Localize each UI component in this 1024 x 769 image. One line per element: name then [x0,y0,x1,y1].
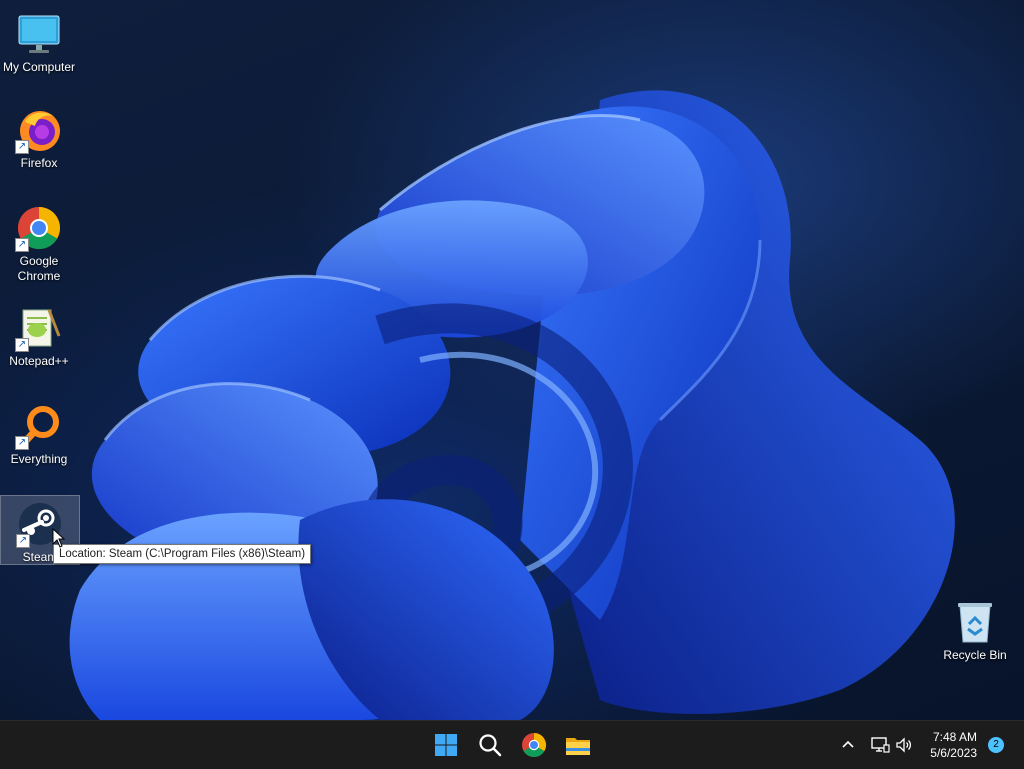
windows-start-icon [435,734,457,756]
computer-icon [15,10,63,58]
shortcut-arrow-icon: ↗ [15,436,29,450]
file-explorer-button[interactable] [562,729,594,761]
search-icon [479,734,502,757]
clock-time: 7:48 AM [932,730,977,744]
network-icon [871,737,890,753]
steam-location-tooltip: Location: Steam (C:\Program Files (x86)\… [53,544,312,564]
chrome-icon [522,733,547,758]
taskbar: 7:48 AM 5/6/2023 2 [0,720,1024,769]
desktop-icon-label: Everything [10,452,68,466]
desktop[interactable]: My Computer ↗ Firefox ↗ Google Chrome ↗ … [0,0,1024,720]
volume-button[interactable] [894,735,914,755]
desktop-icon-my-computer[interactable]: My Computer [0,6,78,75]
show-hidden-icons-button[interactable] [838,735,858,755]
desktop-icon-label: Google Chrome [17,254,61,283]
desktop-icon-everything[interactable]: ↗ Everything [0,398,78,467]
shortcut-arrow-icon: ↗ [15,338,29,352]
desktop-icon-label: Firefox [20,156,58,170]
desktop-icon-label: My Computer [2,60,76,74]
desktop-icon-google-chrome[interactable]: ↗ Google Chrome [0,200,78,284]
network-status-button[interactable] [870,735,890,755]
clock-date: 5/6/2023 [930,746,977,760]
everything-search-icon: ↗ [15,402,63,450]
clock-button[interactable]: 7:48 AM 5/6/2023 [917,729,977,761]
start-button[interactable] [430,729,462,761]
desktop-icon-notepadpp[interactable]: ↗ Notepad++ [0,300,78,369]
folder-icon [566,738,590,755]
wallpaper-bloom [69,90,955,720]
desktop-icon-firefox[interactable]: ↗ Firefox [0,102,78,171]
notification-badge[interactable]: 2 [988,737,1004,753]
search-button[interactable] [474,729,506,761]
firefox-icon: ↗ [15,106,63,154]
desktop-icon-label: Notepad++ [9,354,69,368]
shortcut-arrow-icon: ↗ [15,140,29,154]
taskbar-chrome-button[interactable] [518,729,550,761]
chrome-icon: ↗ [15,204,63,252]
mouse-cursor-icon [52,528,66,548]
notepadpp-icon: ↗ [15,304,63,352]
speaker-icon [896,737,912,753]
recycle-bin-icon [951,598,999,646]
shortcut-arrow-icon: ↗ [15,238,29,252]
desktop-icon-label: Recycle Bin [943,648,1007,662]
shortcut-arrow-icon: ↗ [16,534,30,548]
desktop-icon-recycle-bin[interactable]: Recycle Bin [936,594,1014,663]
chevron-up-icon [842,740,854,748]
